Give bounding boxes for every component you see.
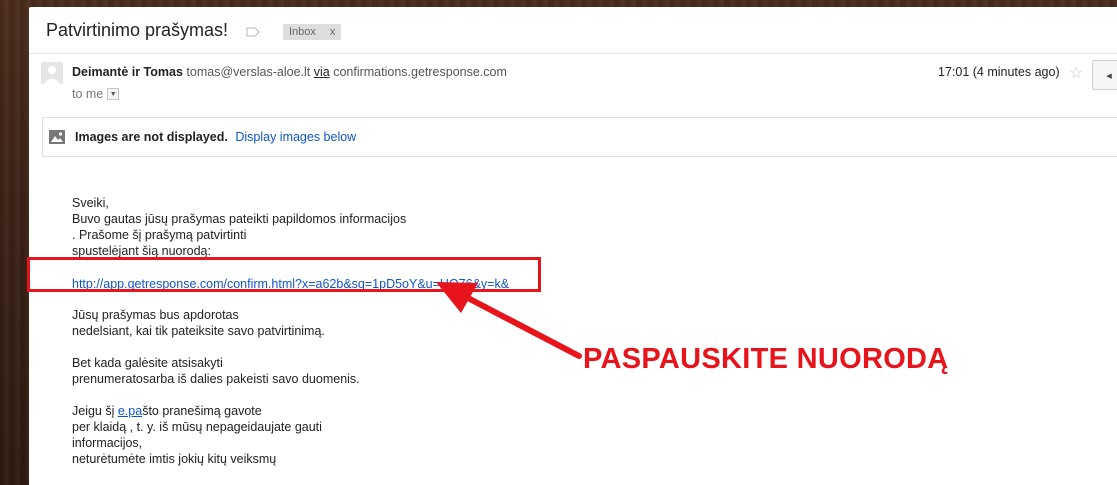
body-line: Jūsų prašymas bus apdorotas [72, 308, 239, 322]
annotation-callout: PASPAUSKITE NUORODĄ [583, 343, 949, 375]
body-line: prenumeratosarba iš dalies pakeisti savo… [72, 372, 360, 386]
email-view: Patvirtinimo prašymas! Inbox x Deimantė … [29, 7, 1117, 485]
sender-line: Deimantė ir Tomas tomas@verslas-aloe.lt … [72, 65, 507, 79]
images-notice-text: Images are not displayed. Display images… [75, 130, 356, 144]
recipient-line: to me ▼ [72, 87, 120, 101]
images-not-displayed-text: Images are not displayed. [75, 130, 228, 144]
reply-button[interactable]: ◂ [1092, 60, 1117, 90]
body-line: Jeigu šį e.pašto pranešimą gavote [72, 403, 322, 419]
inbox-label-text: Inbox [289, 26, 316, 38]
recipient-text: to me [72, 87, 104, 101]
body-line: Buvo gautas jūsų prašymas pateikti papil… [72, 212, 407, 226]
email-subject: Patvirtinimo prašymas! [46, 20, 229, 40]
body-paragraph-processing: Jūsų prašymas bus apdorotas nedelsiant, … [72, 307, 325, 339]
body-paragraph-mistake: Jeigu šį e.pašto pranešimą gavote per kl… [72, 403, 322, 467]
via-link[interactable]: via [314, 65, 330, 79]
body-line: informacijos, [72, 436, 143, 450]
body-line: per klaidą , t. y. iš mūsų nepageidaujat… [72, 420, 322, 434]
show-details-button[interactable]: ▼ [107, 88, 120, 100]
body-text-fragment: što pranešimą gavote [142, 404, 262, 418]
sender-email: tomas@verslas-aloe.lt [186, 65, 311, 79]
body-line: neturėtumėte imtis jokių kitų veiksmų [72, 452, 277, 466]
body-paragraph-greeting: Sveiki, Buvo gautas jūsų prašymas pateik… [72, 195, 406, 259]
body-line: Bet kada galėsite atsisakyti [72, 356, 223, 370]
inbox-label-badge: Inbox x [283, 24, 342, 40]
body-text-fragment: Jeigu šį [72, 404, 118, 418]
label-tag-icon[interactable] [246, 27, 260, 37]
body-line: Sveiki, [72, 196, 109, 210]
via-domain: confirmations.getresponse.com [333, 65, 507, 79]
email-timestamp: 17:01 (4 minutes ago) [938, 65, 1060, 79]
image-icon [49, 130, 65, 144]
email-link[interactable]: e.pa [118, 404, 142, 418]
sender-name[interactable]: Deimantė ir Tomas [72, 65, 183, 79]
display-images-link[interactable]: Display images below [235, 130, 356, 144]
body-paragraph-unsubscribe: Bet kada galėsite atsisakyti prenumerato… [72, 355, 360, 387]
link-highlight-box [27, 257, 541, 292]
star-icon[interactable]: ☆ [1069, 63, 1083, 83]
reply-icon: ◂ [1106, 69, 1112, 82]
remove-label-button[interactable]: x [330, 26, 336, 38]
body-line: . Prašome šį prašymą patvirtinti [72, 228, 247, 242]
header-divider [29, 53, 1117, 54]
avatar [41, 62, 63, 84]
images-notice-bar: Images are not displayed. Display images… [42, 117, 1117, 157]
body-line: nedelsiant, kai tik pateiksite savo patv… [72, 324, 325, 338]
